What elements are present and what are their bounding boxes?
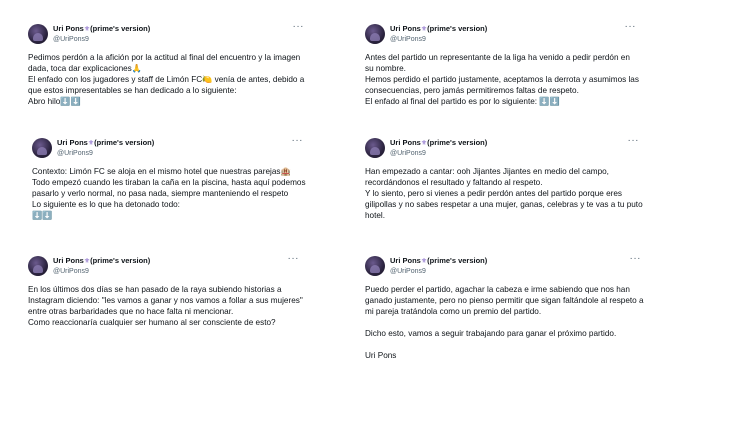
author-version: (prime's version) xyxy=(90,24,151,33)
avatar[interactable] xyxy=(28,24,48,44)
more-dots-icon[interactable]: ··· xyxy=(630,254,642,264)
author-name-line[interactable]: Uri Pons⚜(prime's version) xyxy=(53,256,303,267)
tweet-line: Contexto: Limón FC se aloja en el mismo … xyxy=(32,167,291,176)
author-name[interactable]: Uri Pons xyxy=(53,256,84,265)
author-name-line[interactable]: Uri Pons⚜(prime's version) xyxy=(390,24,640,35)
tweet-line: ⬇️⬇️ xyxy=(32,211,53,220)
more-dots-icon[interactable]: ··· xyxy=(625,22,637,32)
more-dots-icon[interactable]: ··· xyxy=(628,136,640,146)
tweet-card[interactable]: Uri Pons⚜(prime's version) @UriPons9 ···… xyxy=(28,254,303,336)
tweet-line: Abro hilo⬇️⬇️ xyxy=(28,97,81,106)
tweet-line: El enfado con los jugadores y staff de L… xyxy=(28,75,305,95)
tweet-header: Uri Pons⚜(prime's version) @UriPons9 ··· xyxy=(390,22,640,45)
avatar[interactable] xyxy=(28,256,48,276)
author-handle[interactable]: @UriPons9 xyxy=(57,149,307,159)
more-dots-icon[interactable]: ··· xyxy=(293,22,305,32)
author-handle[interactable]: @UriPons9 xyxy=(390,149,643,159)
tweet-text: Pedimos perdón a la afición por la actit… xyxy=(28,52,308,107)
tweet-line: Dicho esto, vamos a seguir trabajando pa… xyxy=(365,329,617,338)
tweet-line: Hemos perdido el partido justamente, ace… xyxy=(365,75,639,95)
tweet-signature: Uri Pons xyxy=(365,351,397,360)
tweet-text: Han empezado a cantar: ooh Jijantes Jija… xyxy=(365,166,643,221)
tweet-card[interactable]: Uri Pons⚜(prime's version) @UriPons9 ···… xyxy=(365,22,640,114)
tweet-header: Uri Pons⚜(prime's version) @UriPons9 ··· xyxy=(53,254,303,277)
author-handle[interactable]: @UriPons9 xyxy=(390,35,640,45)
avatar[interactable] xyxy=(32,138,52,158)
tweet-text: Contexto: Limón FC se aloja en el mismo … xyxy=(32,166,307,221)
author-name-line[interactable]: Uri Pons⚜(prime's version) xyxy=(57,138,307,149)
author-name[interactable]: Uri Pons xyxy=(390,256,421,265)
author-name[interactable]: Uri Pons xyxy=(53,24,84,33)
tweet-header: Uri Pons⚜(prime's version) @UriPons9 ··· xyxy=(390,136,643,159)
tweet-line: Pedimos perdón a la afición por la actit… xyxy=(28,53,301,73)
tweet-line: Y lo siento, pero si vienes a pedir perd… xyxy=(365,189,643,220)
tweet-card[interactable]: Uri Pons⚜(prime's version) @UriPons9 ···… xyxy=(32,136,307,238)
author-version: (prime's version) xyxy=(427,138,488,147)
author-name[interactable]: Uri Pons xyxy=(57,138,88,147)
tweet-card[interactable]: Uri Pons⚜(prime's version) @UriPons9 ···… xyxy=(365,136,643,228)
author-handle[interactable]: @UriPons9 xyxy=(53,35,308,45)
more-dots-icon[interactable]: ··· xyxy=(292,136,304,146)
avatar[interactable] xyxy=(365,24,385,44)
tweet-text: En los últimos dos días se han pasado de… xyxy=(28,284,303,328)
tweet-card[interactable]: Uri Pons⚜(prime's version) @UriPons9 ···… xyxy=(365,254,645,376)
tweet-line: Puedo perder el partido, agachar la cabe… xyxy=(365,285,644,316)
author-version: (prime's version) xyxy=(427,256,488,265)
tweet-line: El enfado al final del partido es por lo… xyxy=(365,97,560,106)
author-handle[interactable]: @UriPons9 xyxy=(53,267,303,277)
author-name[interactable]: Uri Pons xyxy=(390,138,421,147)
avatar[interactable] xyxy=(365,256,385,276)
tweet-header: Uri Pons⚜(prime's version) @UriPons9 ··· xyxy=(53,22,308,45)
author-version: (prime's version) xyxy=(427,24,488,33)
tweet-card[interactable]: Uri Pons⚜(prime's version) @UriPons9 ···… xyxy=(28,22,308,114)
tweet-line: Todo empezó cuando les tiraban la caña e… xyxy=(32,178,306,198)
tweet-line: En los últimos dos días se han pasado de… xyxy=(28,285,303,316)
avatar[interactable] xyxy=(365,138,385,158)
more-dots-icon[interactable]: ··· xyxy=(288,254,300,264)
tweet-line: Lo siguiente es lo que ha detonado todo: xyxy=(32,200,180,209)
tweet-text: Puedo perder el partido, agachar la cabe… xyxy=(365,284,645,361)
tweet-line: Han empezado a cantar: ooh Jijantes Jija… xyxy=(365,167,609,187)
tweet-header: Uri Pons⚜(prime's version) @UriPons9 ··· xyxy=(390,254,645,277)
tweet-header: Uri Pons⚜(prime's version) @UriPons9 ··· xyxy=(57,136,307,159)
author-name-line[interactable]: Uri Pons⚜(prime's version) xyxy=(53,24,308,35)
author-name-line[interactable]: Uri Pons⚜(prime's version) xyxy=(390,138,643,149)
author-name[interactable]: Uri Pons xyxy=(390,24,421,33)
author-handle[interactable]: @UriPons9 xyxy=(390,267,645,277)
tweet-line: Como reaccionaría cualquier ser humano a… xyxy=(28,318,276,327)
author-version: (prime's version) xyxy=(90,256,151,265)
tweet-text: Antes del partido un representante de la… xyxy=(365,52,640,107)
author-version: (prime's version) xyxy=(94,138,155,147)
author-name-line[interactable]: Uri Pons⚜(prime's version) xyxy=(390,256,645,267)
tweet-line: Antes del partido un representante de la… xyxy=(365,53,630,73)
